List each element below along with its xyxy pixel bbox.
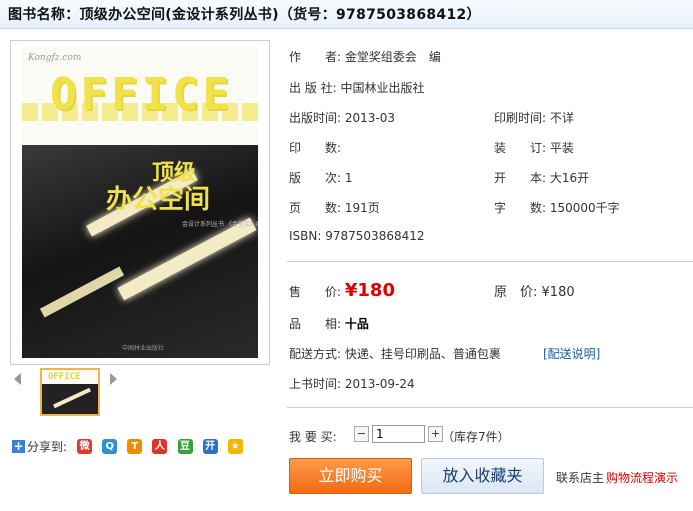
thumb-office-word: OFFICE xyxy=(48,372,81,382)
edition-value: 1 xyxy=(344,171,353,185)
qty-minus-button[interactable]: − xyxy=(354,426,369,442)
condition-value: 十品 xyxy=(344,317,369,331)
shipping-row: 配送方式: 快递、挂号印刷品、普通包裹 xyxy=(289,345,501,362)
printdate-value: 不详 xyxy=(549,111,574,125)
pages-row: 页 数: 191页 xyxy=(289,199,380,216)
plus-icon[interactable]: + xyxy=(12,440,25,453)
isbn-label: ISBN: xyxy=(289,229,322,243)
publisher-row: 出 版 社: 中国林业出版社 xyxy=(289,79,425,96)
buy-now-button[interactable]: 立即购买 xyxy=(289,458,412,494)
douban-icon[interactable]: 豆 xyxy=(177,439,193,454)
stock-text: （库存7件） xyxy=(442,430,510,444)
cover-photo xyxy=(22,145,258,358)
next-arrow-icon[interactable] xyxy=(110,373,117,385)
share-bar: + 分享到: 微 Q T 人 豆 开 ★ xyxy=(12,436,243,454)
cover-frame: Kongfz.com OFFICE 顶级 办公空间 金设计系列丛书 《金堂奖》组… xyxy=(10,40,270,365)
thumb-light xyxy=(53,387,91,409)
divider xyxy=(287,261,693,262)
shipping-value: 快递、挂号印刷品、普通包裹 xyxy=(344,347,501,361)
format-row: 开 本: 大16开 xyxy=(494,169,589,186)
contact-seller-link[interactable]: 联系店主 xyxy=(556,469,604,486)
printdate-row: 印刷时间: 不详 xyxy=(494,109,574,126)
author-label: 作 者: xyxy=(289,50,342,64)
cover-office-word: OFFICE xyxy=(50,69,233,120)
favorite-icon[interactable]: ★ xyxy=(227,439,243,454)
author-value[interactable]: 金堂奖组委会 编 xyxy=(345,50,441,64)
cover-publisher: 中国林业出版社 xyxy=(122,345,165,352)
words-label: 字 数: xyxy=(494,201,547,215)
listed-label: 上书时间: xyxy=(289,377,342,391)
shipping-info-link[interactable]: [配送说明] xyxy=(543,345,600,362)
add-to-favorites-button[interactable]: 放入收藏夹 xyxy=(421,458,544,494)
weibo-icon[interactable]: 微 xyxy=(77,439,93,454)
sale-price-value: ¥180 xyxy=(344,280,395,301)
printing-row: 印 数: xyxy=(289,139,341,156)
pages-label: 页 数: xyxy=(289,201,342,215)
listed-row: 上书时间: 2013-09-24 xyxy=(289,375,415,392)
binding-row: 装 订: 平装 xyxy=(494,139,574,156)
printdate-label: 印刷时间: xyxy=(494,111,547,125)
tencent-weibo-icon[interactable]: T xyxy=(127,439,143,454)
isbn-row: ISBN: 9787503868412 xyxy=(289,229,425,243)
pubdate-row: 出版时间: 2013-03 xyxy=(289,109,395,126)
cover-thumbnail[interactable]: OFFICE xyxy=(40,368,100,416)
qzone-icon[interactable]: Q xyxy=(102,439,118,454)
book-cover-image[interactable]: Kongfz.com OFFICE 顶级 办公空间 金设计系列丛书 《金堂奖》组… xyxy=(22,47,258,358)
publisher-label: 出 版 社: xyxy=(289,81,337,95)
qty-plus-button[interactable]: + xyxy=(428,426,443,442)
shipping-label: 配送方式: xyxy=(289,347,342,361)
divider xyxy=(287,407,693,408)
share-label: 分享到: xyxy=(27,440,68,454)
binding-value: 平装 xyxy=(549,141,574,155)
printing-label: 印 数: xyxy=(289,141,342,155)
sale-price-label: 售 价: xyxy=(289,285,342,299)
prev-arrow-icon[interactable] xyxy=(14,373,21,385)
cover-title-line2: 办公空间 xyxy=(106,185,211,215)
pubdate-label: 出版时间: xyxy=(289,111,342,125)
format-value: 大16开 xyxy=(549,171,590,185)
publisher-value[interactable]: 中国林业出版社 xyxy=(341,81,425,95)
qty-input[interactable]: 1 xyxy=(372,425,425,443)
condition-label: 品 相: xyxy=(289,317,342,331)
orig-price-row: 原 价: ¥180 xyxy=(494,281,575,300)
title-bar: 图书名称：顶级办公空间(金设计系列丛书)（货号：9787503868412） xyxy=(0,0,693,29)
orig-price-label: 原 价: xyxy=(494,285,538,300)
edition-row: 版 次: 1 xyxy=(289,169,353,186)
author-row: 作 者: 金堂奖组委会 编 xyxy=(289,48,441,65)
words-value: 150000千字 xyxy=(549,201,620,215)
pubdate-value: 2013-03 xyxy=(344,111,396,125)
format-label: 开 本: xyxy=(494,171,547,185)
cover-logo: Kongfz.com xyxy=(28,53,82,63)
pages-value: 191页 xyxy=(344,201,380,215)
cover-subtitle: 金设计系列丛书 《金堂奖》组委会 编 xyxy=(182,221,258,228)
edition-label: 版 次: xyxy=(289,171,342,185)
listed-value: 2013-09-24 xyxy=(344,377,415,391)
words-row: 字 数: 150000千字 xyxy=(494,199,620,216)
qty-label: 我 要 买: xyxy=(289,430,337,444)
book-title: 图书名称：顶级办公空间(金设计系列丛书)（货号：9787503868412） xyxy=(8,7,481,23)
renren-icon[interactable]: 人 xyxy=(152,439,168,454)
purchase-flow-demo-link[interactable]: 购物流程演示 xyxy=(606,469,678,486)
kaixin-icon[interactable]: 开 xyxy=(202,439,218,454)
isbn-value: 9787503868412 xyxy=(325,229,425,243)
sale-price-row: 售 价: ¥180 xyxy=(289,280,395,301)
condition-row: 品 相: 十品 xyxy=(289,315,369,332)
binding-label: 装 订: xyxy=(494,141,547,155)
orig-price-value: ¥180 xyxy=(541,285,575,300)
